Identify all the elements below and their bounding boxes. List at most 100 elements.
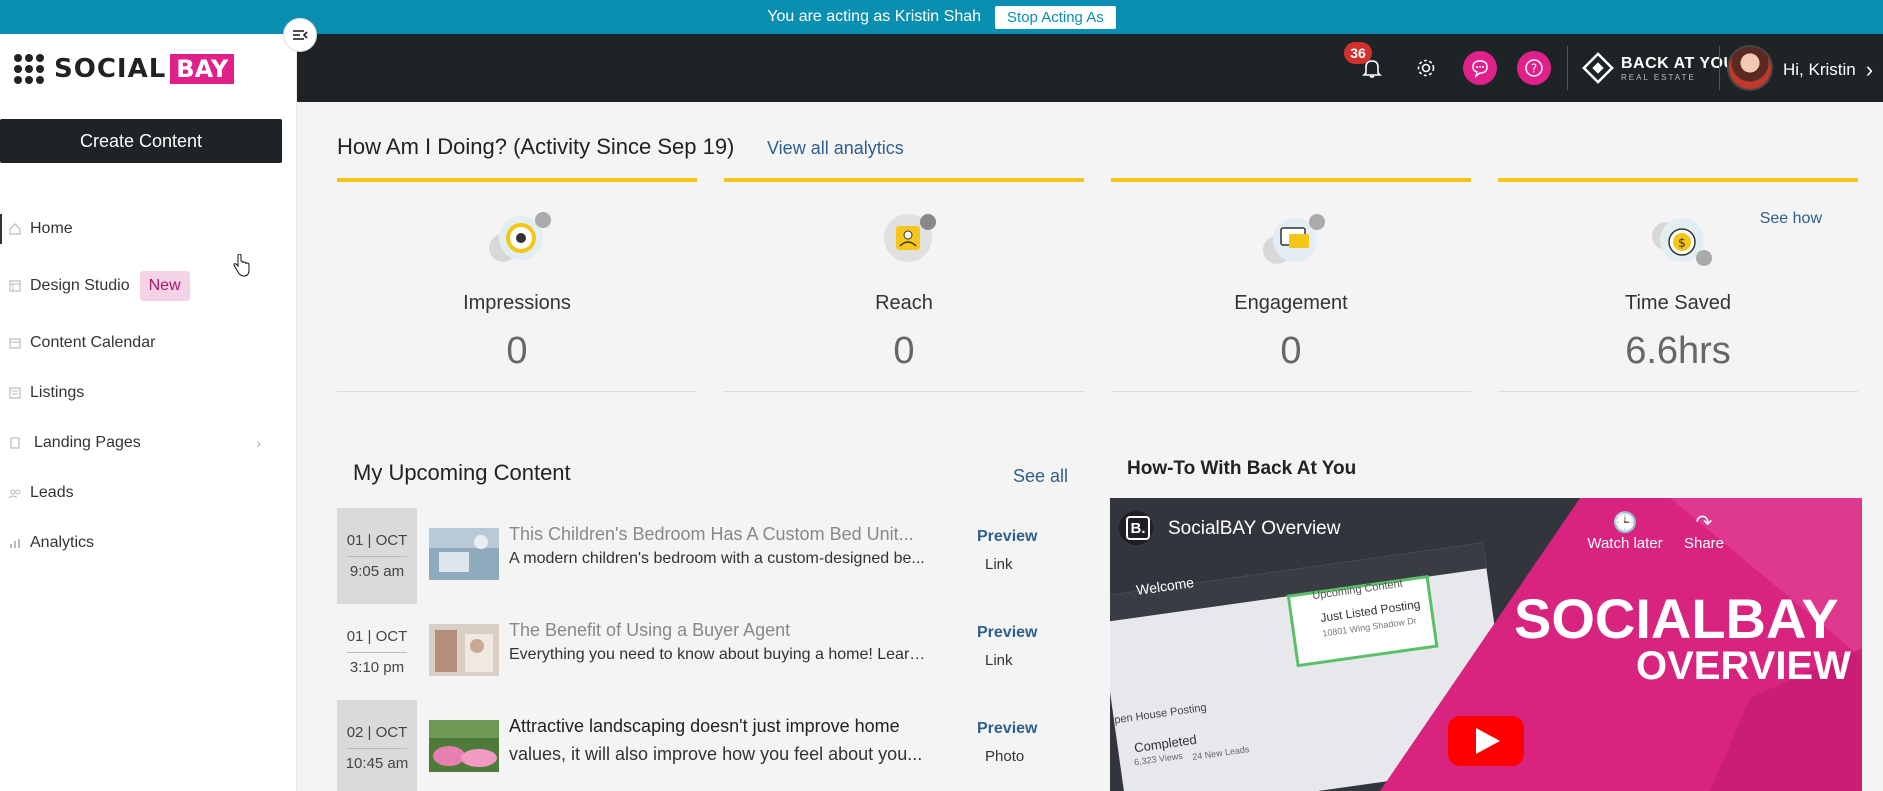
post-description: A modern children's bedroom with a custo… [509,550,925,567]
video-player[interactable]: B. SocialBAY Overview 🕒 Watch later ↷ Sh… [1110,498,1862,791]
stat-label: Engagement [1234,292,1348,314]
stat-value: 0 [506,330,528,372]
stat-value: 0 [893,330,915,372]
sidebar-item-label: Landing Pages [34,434,141,451]
home-icon [8,222,22,236]
overlay-heading: SOCIALBAY [1514,587,1839,650]
sidebar-item-label: Listings [30,384,85,401]
chevron-right-icon[interactable]: › [256,435,261,451]
post-description: Everything you need to know about buying… [509,646,929,663]
notification-count-badge: 36 [1344,42,1372,64]
acting-text: You are acting as Kristin Shah [767,8,982,25]
post-time: 10:45 am [345,755,409,772]
preview-link[interactable]: Preview [977,624,1037,642]
list-item[interactable]: 01 | OCT 3:10 pm The Benefit of Using a … [337,604,1057,700]
diamond-logo-icon [1582,52,1614,84]
upcoming-content-title: My Upcoming Content [353,460,571,485]
help-icon[interactable]: ? [1517,51,1551,85]
socialbay-logo[interactable]: SOCIAL BAY [14,52,235,86]
user-menu[interactable]: Hi, Kristin › [1783,57,1873,83]
stat-card-impressions: Impressions 0 [337,178,697,392]
preview-link[interactable]: Preview [977,720,1037,738]
reach-icon [884,214,936,262]
hand-cursor-icon [233,254,250,277]
back-at-you-logo[interactable]: BACK AT YOU REAL ESTATE [1581,51,1736,85]
watch-later-button[interactable]: 🕒 Watch later [1580,510,1670,552]
gear-icon[interactable] [1409,51,1443,85]
create-content-button[interactable]: Create Content [0,119,282,163]
stat-value: 6.6hrs [1625,330,1731,372]
stop-acting-button[interactable]: Stop Acting As [995,5,1116,29]
post-type: Link [985,556,1013,573]
sidebar-item-content-calendar[interactable]: Content Calendar [0,318,297,368]
sidebar-item-label: Design Studio [30,277,130,294]
sidebar-item-home[interactable]: Home [0,204,297,254]
list-item[interactable]: 01 | OCT 9:05 am This Children's Bedroom… [337,508,1057,604]
share-button[interactable]: ↷ Share [1666,510,1742,552]
post-type: Link [985,652,1013,669]
post-date: 01 | OCT [346,532,408,549]
date-block: 02 | OCT 10:45 am [337,700,417,791]
stat-label: Reach [875,292,933,314]
channel-logo-icon: B. [1126,516,1150,540]
post-title[interactable]: The Benefit of Using a Buyer Agent [509,620,929,641]
sidebar-item-analytics[interactable]: Analytics [0,518,297,568]
see-how-link[interactable]: See how [1760,210,1822,228]
view-all-analytics-link[interactable]: View all analytics [767,138,904,159]
brand-bay-text: BAY [170,54,235,84]
video-title[interactable]: SocialBAY Overview [1168,518,1340,540]
sidebar-item-label: Content Calendar [30,334,156,351]
post-title[interactable]: Attractive landscaping doesn't just impr… [509,716,929,737]
post-thumbnail[interactable] [429,624,499,676]
stat-card-time-saved: $ See how Time Saved 6.6hrs [1498,178,1858,392]
apps-grid-icon[interactable] [14,54,44,84]
see-all-link[interactable]: See all [1013,466,1068,487]
calendar-icon [8,336,22,350]
post-thumbnail[interactable] [429,528,499,580]
analytics-title: How Am I Doing? (Activity Since Sep 19) [337,134,735,159]
greeting-text: Hi, Kristin [1783,60,1856,79]
post-thumbnail[interactable] [429,720,499,772]
overlay-subheading: OVERVIEW [1636,644,1851,688]
sidebar-item-label: Analytics [30,534,95,551]
sidebar-nav: Home Design Studio New Content Calendar … [0,204,297,568]
svg-text:?: ? [1531,62,1537,76]
watch-later-label: Watch later [1587,535,1663,552]
list-item[interactable]: 02 | OCT 10:45 am Attractive landscaping… [337,700,1057,791]
svg-text:$: $ [1678,236,1686,250]
post-date: 02 | OCT [346,724,408,741]
post-title[interactable]: This Children's Bedroom Has A Custom Bed… [509,524,929,545]
sidebar-item-landing-pages[interactable]: Landing Pages › [0,418,297,468]
sidebar-item-listings[interactable]: Listings [0,368,297,418]
top-header: 36 ? BACK AT YOU REAL ESTATE Hi, Kristin… [297,34,1883,102]
post-description: values, it will also improve how you fee… [509,744,923,764]
post-time: 3:10 pm [349,659,405,676]
new-badge: New [139,271,190,301]
preview-link[interactable]: Preview [977,528,1037,546]
avatar[interactable] [1727,45,1773,91]
engagement-icon [1263,214,1325,264]
post-time: 9:05 am [349,563,405,580]
collapse-sidebar-button[interactable] [283,18,317,52]
list-icon [8,386,22,400]
chat-icon[interactable] [1463,51,1497,85]
stat-card-reach: Reach 0 [724,178,1084,392]
main-content: How Am I Doing? (Activity Since Sep 19) … [297,102,1883,791]
stat-label: Impressions [463,292,571,314]
time-saved-icon: $ [1652,218,1712,266]
sidebar-item-leads[interactable]: Leads [0,468,297,518]
share-icon: ↷ [1695,512,1713,534]
sidebar-item-label: Home [30,220,73,237]
brand-social-text: SOCIAL [54,54,167,84]
sidebar: SOCIAL BAY Create Content Home Design St… [0,34,297,791]
header-divider [1719,46,1720,90]
acting-banner: You are acting as Kristin Shah Stop Acti… [0,0,1883,34]
analytics-icon [8,536,22,550]
design-icon [8,279,22,293]
clock-icon: 🕒 [1612,512,1638,534]
header-divider [1567,46,1568,90]
chevron-right-icon: › [1865,57,1874,82]
date-block: 01 | OCT 9:05 am [337,508,417,604]
leads-icon [8,486,22,500]
sidebar-item-design-studio[interactable]: Design Studio New [0,254,297,318]
